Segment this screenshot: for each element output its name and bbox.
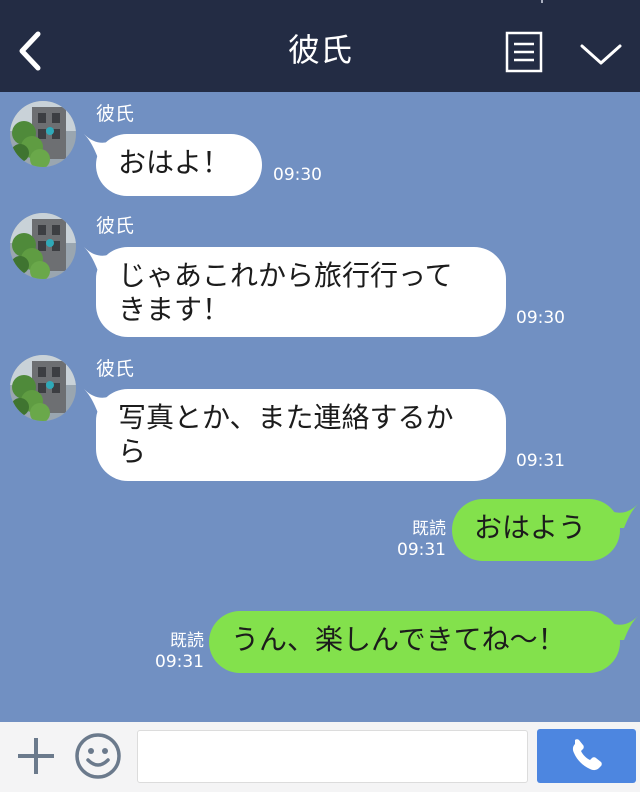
chat-title: 彼氏 [287, 31, 352, 69]
message-text-line: じゃあこれから旅行行って [118, 259, 453, 292]
message-bubble[interactable]: おはよ！ [96, 134, 262, 196]
avatar[interactable] [10, 101, 76, 167]
bubble-tail [614, 504, 638, 528]
phone-icon [572, 739, 602, 771]
message-text: うん、楽しんできてね～！ [231, 623, 566, 656]
message-time: 09:31 [516, 451, 565, 471]
message-text: おはよう [474, 511, 587, 544]
read-receipt: 既読 09:31 [396, 519, 446, 561]
message-bubble[interactable]: じゃあこれから旅行行って きます！ [96, 247, 506, 337]
status-indicator [541, 0, 543, 3]
emoji-button[interactable] [73, 731, 123, 781]
message-time: 09:31 [397, 540, 446, 560]
message-text-line: ら [118, 435, 147, 468]
message-text-line: きます！ [118, 293, 231, 326]
sender-name: 彼氏 [96, 358, 135, 380]
sender-name: 彼氏 [96, 215, 135, 237]
avatar-photo-icon [10, 213, 76, 279]
message-text-line: 写真とか、また連絡するか [118, 401, 454, 434]
message-input[interactable] [137, 730, 528, 783]
read-receipt: 既読 09:31 [154, 631, 204, 673]
sender-name: 彼氏 [96, 103, 135, 125]
avatar[interactable] [10, 355, 76, 421]
message-time: 09:30 [273, 165, 322, 185]
chat-area[interactable]: 彼氏 おはよ！ 09:30 彼氏 じゃあこれから旅行行って きます！ 09:30 [0, 92, 640, 722]
read-label: 既読 [412, 519, 446, 539]
bubble-tail [614, 616, 638, 640]
add-button[interactable] [14, 734, 58, 778]
message-bubble[interactable]: おはよう [452, 499, 620, 561]
chevron-down-icon [580, 44, 622, 65]
avatar-photo-icon [10, 101, 76, 167]
message-time: 09:31 [155, 652, 204, 672]
plus-icon [18, 738, 54, 774]
call-button[interactable] [537, 729, 636, 783]
menu-list-icon [505, 31, 543, 73]
read-label: 既読 [170, 631, 204, 651]
message-text: おはよ！ [118, 146, 231, 179]
smiley-icon [75, 733, 121, 779]
message-time: 09:30 [516, 308, 565, 328]
avatar[interactable] [10, 213, 76, 279]
message-bubble[interactable]: 写真とか、また連絡するか ら [96, 389, 506, 481]
message-bubble[interactable]: うん、楽しんできてね～！ [209, 611, 620, 673]
menu-button[interactable] [505, 31, 543, 73]
avatar-photo-icon [10, 355, 76, 421]
dropdown-button[interactable] [578, 38, 624, 70]
